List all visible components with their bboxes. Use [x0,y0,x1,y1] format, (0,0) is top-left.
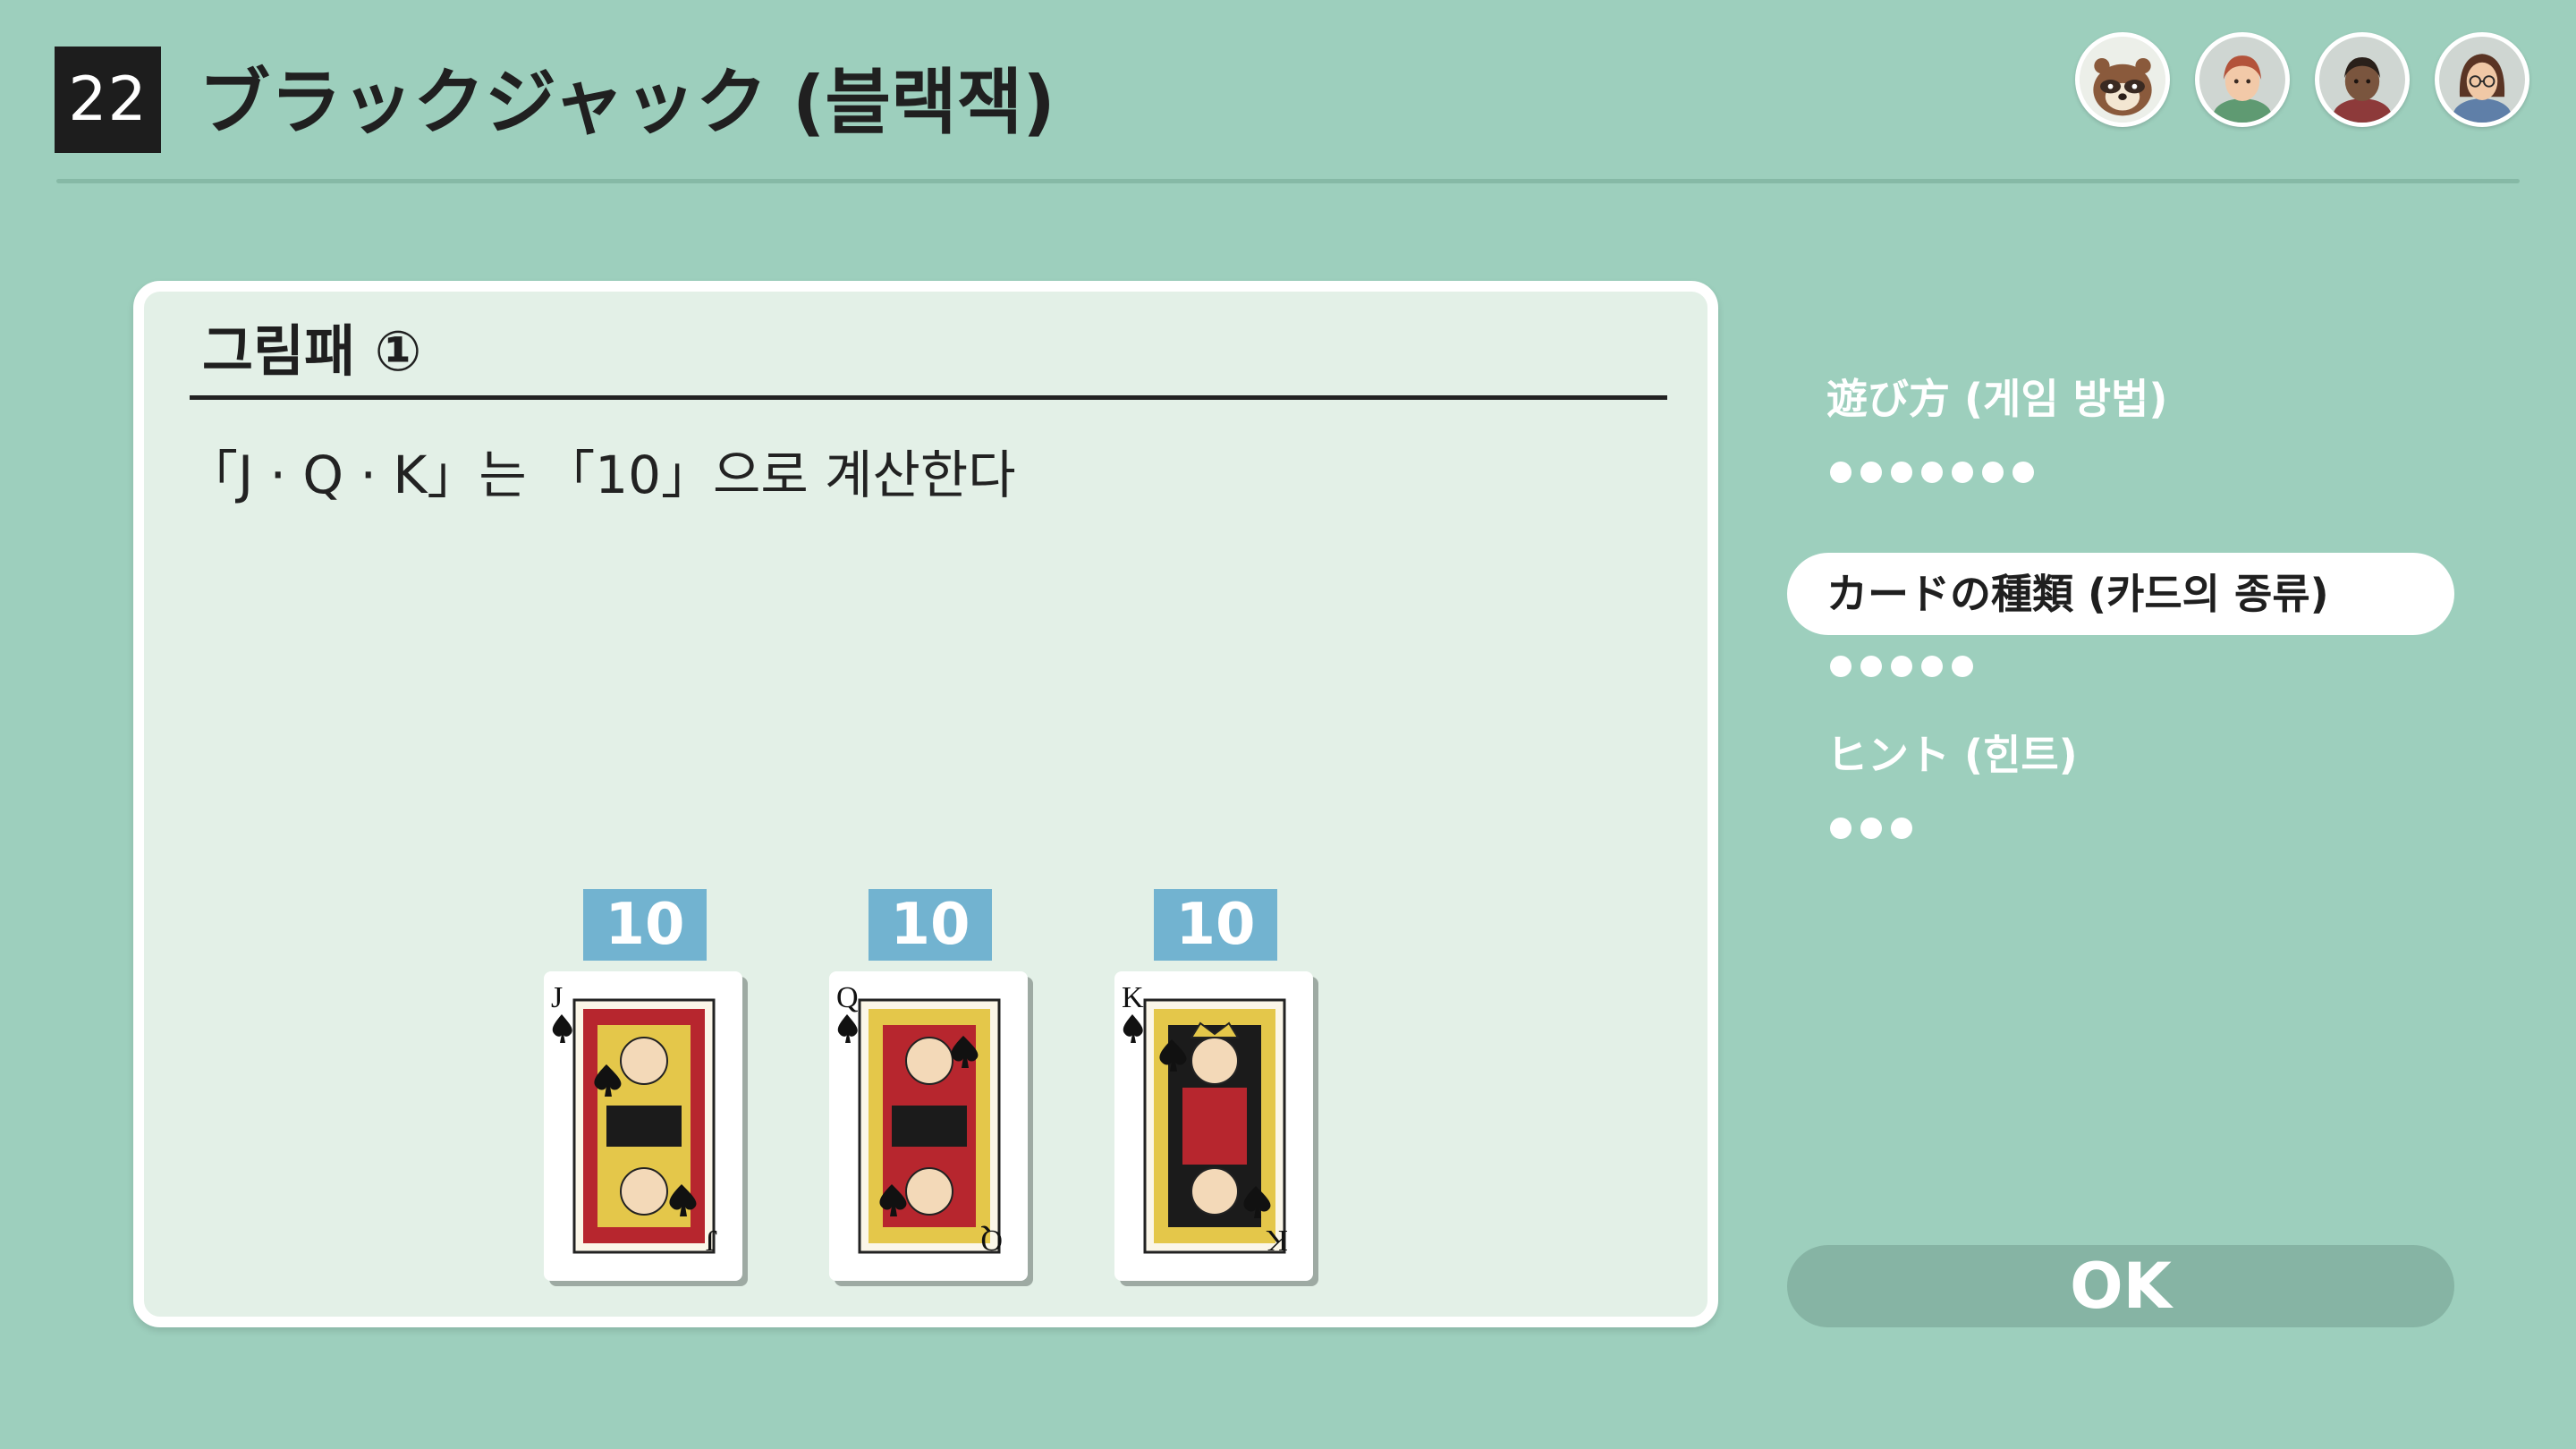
page-dot [1830,818,1852,839]
page-dots-card-types [1830,656,1973,677]
header-divider [56,179,2520,183]
panel-heading: 그림패 ① [202,318,422,384]
svg-text:K: K [1266,1224,1288,1257]
svg-text:K: K [1122,981,1144,1014]
card-value-badge: 10 [869,889,992,961]
raccoon-avatar-icon [2075,32,2170,127]
king-of-spades-card: K K [1114,971,1313,1281]
svg-text:Q: Q [836,981,859,1014]
panel-divider [190,395,1667,400]
panel-description: 「J · Q · K」는 「10」으로 계산한다 [186,445,1016,505]
card-value-badge: 10 [1154,889,1277,961]
card-queen: 10 Q Q [829,889,1035,1281]
page-dot [1952,656,1973,677]
page-dot [2012,462,2034,483]
page-dot [1982,462,2004,483]
page-dot-current [1830,656,1852,677]
page-dot [1860,818,1882,839]
game-title: ブラックジャック (블랙잭) [199,61,1055,144]
queen-of-spades-card: Q Q [829,971,1028,1281]
player-list [2075,32,2529,127]
svg-text:J: J [706,1224,717,1257]
jack-of-spades-card: J J [544,971,742,1281]
page-dot [1860,462,1882,483]
page-dot [1891,656,1912,677]
ok-button[interactable]: OK [1787,1245,2454,1327]
glasses-avatar-icon [2435,32,2529,127]
card-king: 10 K K [1114,889,1320,1281]
rules-panel: 그림패 ① 「J · Q · K」는 「10」으로 계산한다 10 J J 10 [133,281,1718,1327]
page-dot [1830,462,1852,483]
red-hair-avatar-icon [2195,32,2290,127]
card-jack: 10 J J [544,889,750,1281]
page-dot [1891,462,1912,483]
page-dots-how-to-play [1830,462,2034,483]
page-dots-hints [1830,818,1912,839]
page-dot [1921,656,1943,677]
page-dot [1860,656,1882,677]
card-value-badge: 10 [583,889,707,961]
svg-text:J: J [551,981,563,1014]
page-dot [1891,818,1912,839]
menu-item-how-to-play[interactable]: 遊び方 (게임 방법) [1787,358,2454,440]
page-dot [1921,462,1943,483]
page-dot [1952,462,1973,483]
game-number-badge: 22 [55,47,161,153]
menu-item-card-types[interactable]: カードの種類 (카드의 종류) [1787,553,2454,635]
menu-item-hints[interactable]: ヒント (힌트) [1787,714,2454,796]
svg-text:Q: Q [980,1224,1003,1257]
dark-skin-avatar-icon [2315,32,2410,127]
